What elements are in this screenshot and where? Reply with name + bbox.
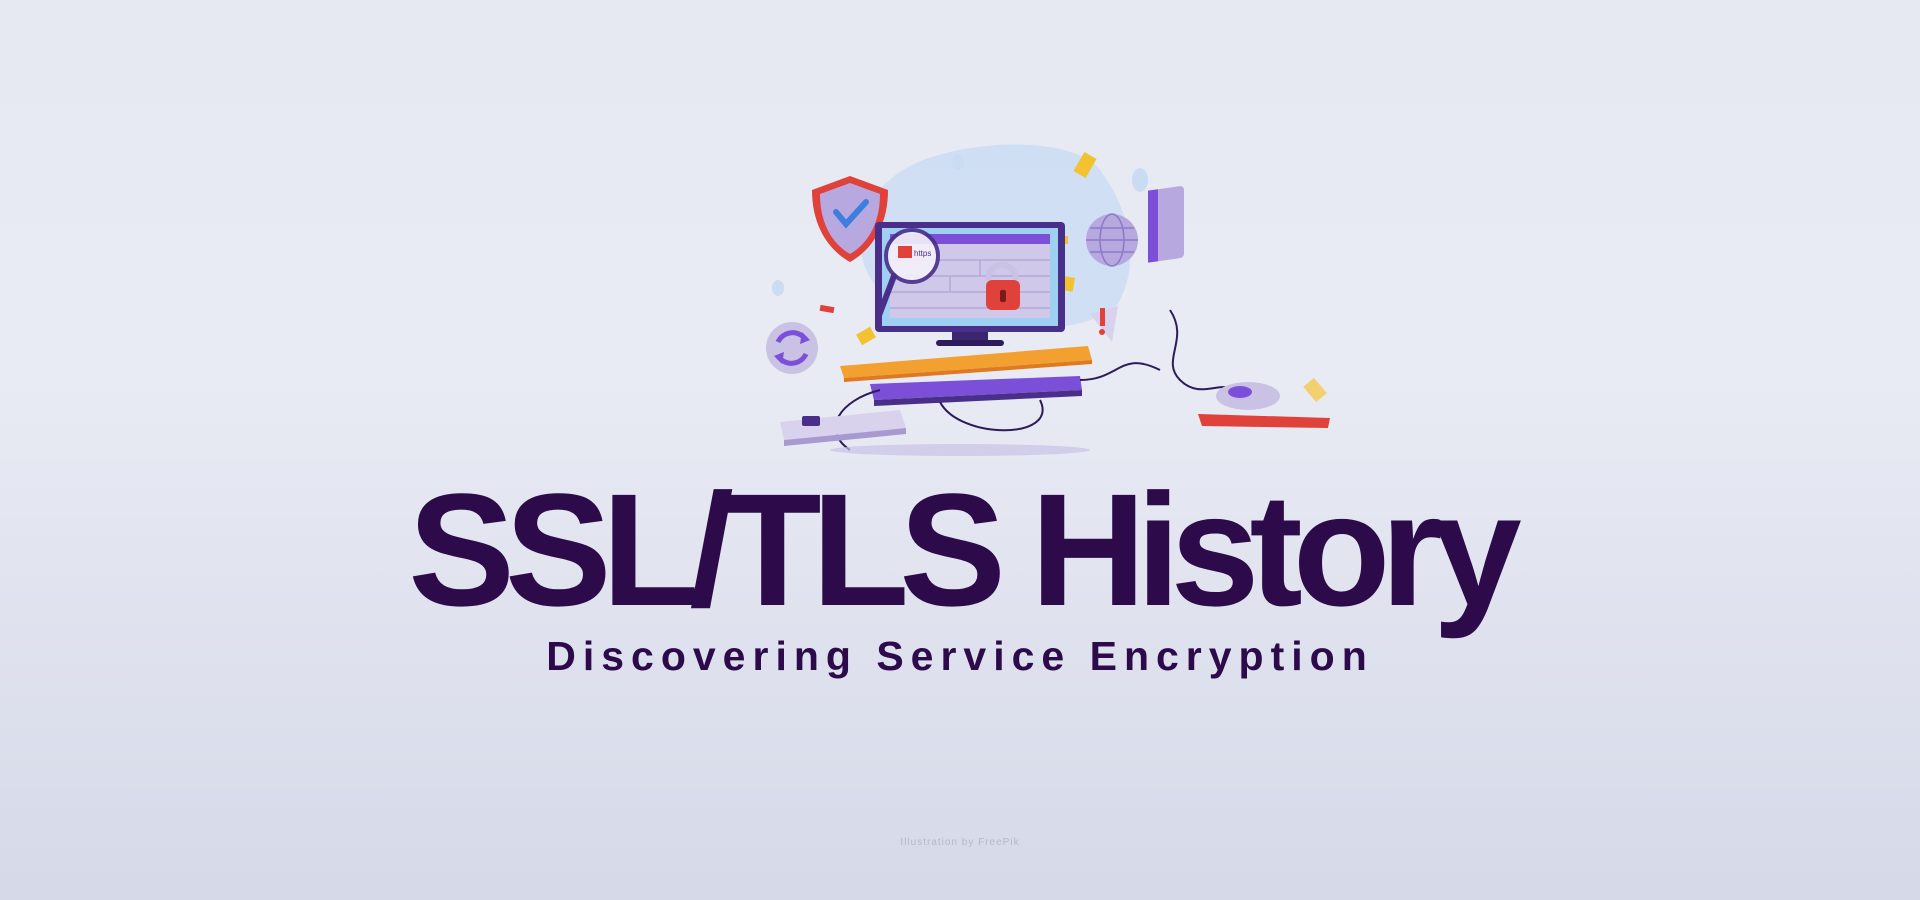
page-subtitle: Discovering Service Encryption bbox=[546, 633, 1374, 679]
security-computer-illustration: https bbox=[766, 144, 1330, 456]
power-strip-icon bbox=[780, 410, 906, 446]
desk bbox=[840, 346, 1092, 378]
https-badge: https bbox=[914, 249, 931, 258]
sync-icon bbox=[766, 322, 818, 374]
globe-icon bbox=[1086, 213, 1138, 267]
illustration-credit: Illustration by FreePik bbox=[900, 837, 1020, 848]
page-title: SSL/TLS History bbox=[408, 460, 1522, 639]
hero-illustration: https bbox=[740, 140, 1340, 460]
mouse-pad bbox=[1198, 414, 1330, 428]
keyboard-icon bbox=[870, 376, 1082, 406]
mouse-icon bbox=[1216, 382, 1280, 410]
speaker-icon bbox=[1148, 186, 1184, 263]
